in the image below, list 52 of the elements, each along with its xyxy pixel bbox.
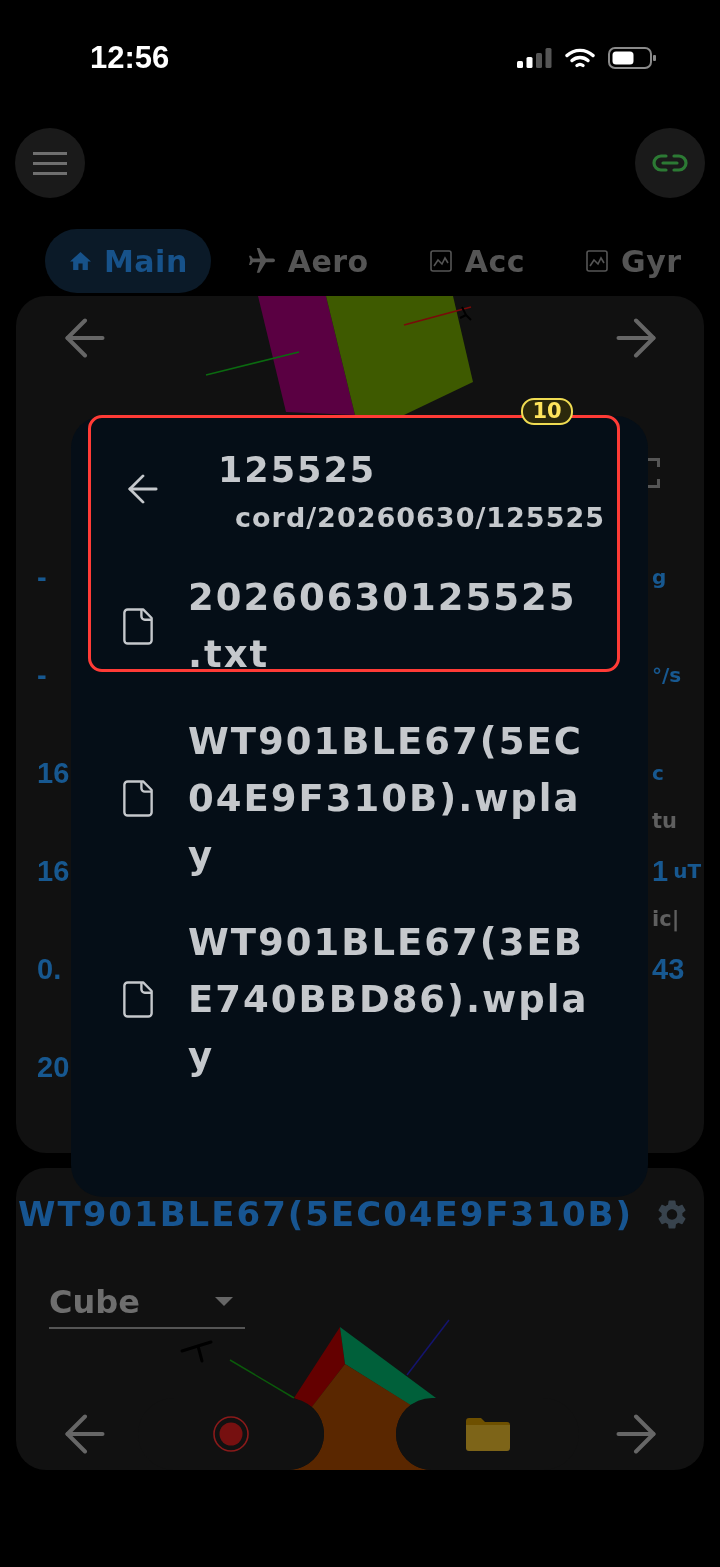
next-button[interactable]	[616, 318, 656, 358]
file-item[interactable]: WT901BLE67(5EC04E9F310B).wplay	[123, 713, 648, 884]
axis-gizmo-icon	[459, 306, 472, 321]
menu-icon	[33, 151, 67, 175]
tab[interactable]: Aero	[223, 229, 392, 293]
caret-icon	[215, 1297, 233, 1306]
axis-line	[229, 1359, 295, 1399]
settings-icon[interactable]	[658, 1199, 686, 1229]
reading-value: 20	[37, 1050, 70, 1084]
file-item[interactable]: 20260630125525.txt	[123, 569, 648, 683]
corner-bracket-icon	[648, 458, 660, 488]
tab[interactable]: Acc	[404, 229, 549, 293]
reading-label: tu	[652, 807, 677, 834]
reading-unit: c	[652, 760, 664, 786]
battery-icon	[608, 47, 656, 69]
axis-line	[403, 306, 472, 326]
folder-title: 125525	[218, 449, 378, 491]
signal-icon	[517, 48, 552, 68]
axis-line	[406, 1319, 450, 1376]
reading-unit: uT	[673, 858, 702, 884]
file-icon	[123, 607, 153, 645]
line-chart-icon	[429, 250, 452, 272]
reading-unit: g	[652, 564, 667, 590]
previous-button[interactable]	[65, 318, 105, 358]
airplane-icon	[248, 248, 275, 274]
reading-label: ic|	[652, 905, 680, 932]
device-name: WT901BLE67(5EC04E9F310B)	[18, 1193, 633, 1236]
reading-value: 16	[37, 854, 70, 888]
file-icon	[123, 981, 153, 1018]
link-icon	[652, 154, 688, 172]
reading-value: -	[37, 658, 47, 692]
folder-icon	[465, 1417, 510, 1451]
reading-value: 43	[652, 952, 685, 986]
reading-unit: °/s	[652, 662, 682, 688]
reading-value: -	[37, 560, 47, 594]
reading-value: 1	[652, 854, 669, 888]
wifi-icon	[565, 47, 595, 69]
file-icon	[123, 780, 153, 817]
record-icon	[213, 1416, 249, 1452]
number-badge: 10	[521, 398, 573, 425]
next-button[interactable]	[616, 1414, 656, 1454]
view-select[interactable]: Cube	[49, 1280, 245, 1329]
folder-path: cord/20260630/125525	[234, 501, 605, 535]
tab[interactable]: Gyr	[561, 229, 705, 293]
line-chart-icon	[586, 250, 609, 272]
home-icon	[70, 251, 91, 271]
previous-button[interactable]	[65, 1414, 105, 1454]
file-item[interactable]: WT901BLE67(3EBE740BBD86).wplay	[123, 914, 648, 1085]
tab[interactable]: Main	[45, 229, 211, 293]
status-time: 12:56	[90, 40, 170, 76]
reading-value: 0.	[37, 952, 62, 986]
reading-value: 16	[37, 756, 70, 790]
